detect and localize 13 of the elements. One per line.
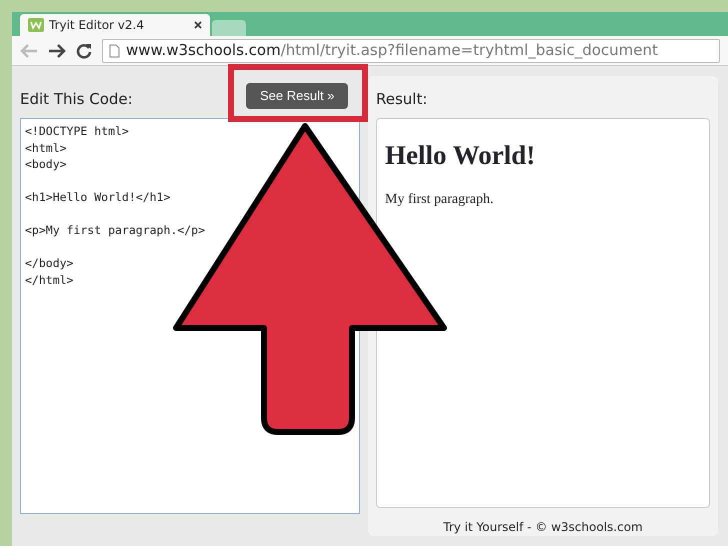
editor-label: Edit This Code: bbox=[20, 88, 133, 110]
forward-icon[interactable] bbox=[48, 44, 66, 58]
address-bar[interactable]: www.w3schools.com/html/tryit.asp?filename=tryhtml_basic_document bbox=[102, 38, 720, 62]
page-icon bbox=[109, 44, 120, 58]
reload-icon[interactable] bbox=[76, 42, 92, 58]
close-icon[interactable] bbox=[194, 21, 202, 29]
see-result-button[interactable]: See Result » bbox=[246, 83, 348, 108]
site-logo-icon bbox=[28, 18, 44, 32]
browser-tab[interactable]: Tryit Editor v2.4 bbox=[20, 14, 210, 36]
result-heading: Hello World! bbox=[385, 139, 536, 172]
result-paragraph: My first paragraph. bbox=[385, 191, 494, 210]
footer-text: Try it Yourself - © w3schools.com bbox=[443, 520, 643, 534]
result-label: Result: bbox=[376, 88, 428, 110]
